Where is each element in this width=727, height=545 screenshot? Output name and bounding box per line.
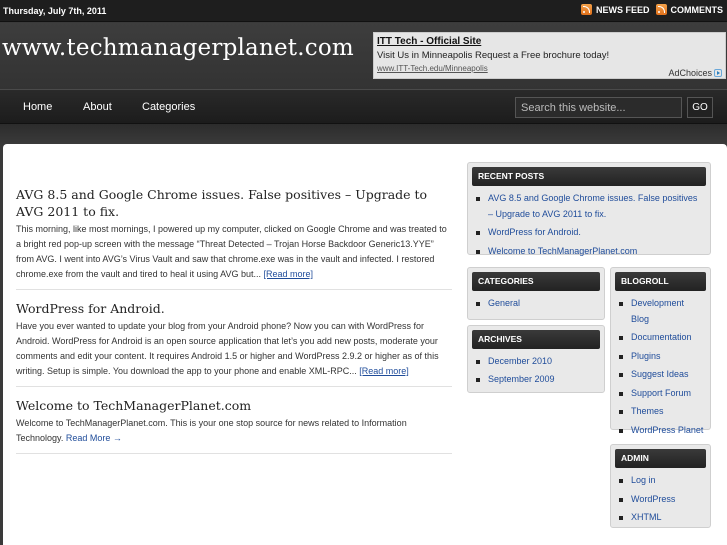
widget-title: CATEGORIES: [472, 272, 600, 291]
list-item[interactable]: WordPress for Android.: [475, 225, 704, 241]
list-item[interactable]: WordPress: [618, 492, 704, 508]
header-subband: [0, 124, 727, 144]
list-item[interactable]: Themes: [618, 404, 704, 420]
nav-item-about[interactable]: About: [83, 101, 112, 113]
site-header: www.techmanagerplanet.com ITT Tech - Off…: [0, 23, 727, 89]
list-item[interactable]: XHTML: [618, 510, 704, 526]
blogroll-link[interactable]: Themes: [631, 406, 664, 416]
read-more-link[interactable]: Read More →: [66, 433, 122, 443]
categories-widget: CATEGORIES General: [467, 267, 605, 320]
archive-link[interactable]: December 2010: [488, 356, 552, 366]
post-item: AVG 8.5 and Google Chrome issues. False …: [16, 186, 452, 290]
archive-link[interactable]: September 2009: [488, 374, 555, 384]
recent-posts-widget: RECENT POSTS AVG 8.5 and Google Chrome i…: [467, 162, 711, 256]
nav-item-categories[interactable]: Categories: [142, 101, 195, 113]
blogroll-link[interactable]: Development Blog: [631, 298, 684, 324]
category-link[interactable]: General: [488, 298, 520, 308]
list-item[interactable]: September 2009: [475, 372, 598, 388]
content-area: AVG 8.5 and Google Chrome issues. False …: [3, 144, 727, 545]
ad-banner[interactable]: ITT Tech - Official Site Visit Us in Min…: [373, 32, 726, 79]
search-go-button[interactable]: GO: [687, 97, 713, 118]
recent-post-link[interactable]: WordPress for Android.: [488, 227, 581, 237]
current-date: Thursday, July 7th, 2011: [3, 6, 107, 16]
widget-title: RECENT POSTS: [472, 167, 706, 186]
list-item[interactable]: Welcome to TechManagerPlanet.com: [475, 244, 704, 260]
list-item[interactable]: AVG 8.5 and Google Chrome issues. False …: [475, 191, 704, 222]
adchoices-icon: [714, 69, 722, 77]
rss-icon: [655, 4, 667, 15]
archives-widget: ARCHIVES December 2010 September 2009: [467, 325, 605, 393]
post-title[interactable]: AVG 8.5 and Google Chrome issues. False …: [16, 186, 452, 220]
comments-feed-link[interactable]: COMMENTS: [655, 4, 724, 15]
list-item[interactable]: Plugins: [618, 349, 704, 365]
search-input[interactable]: [515, 97, 682, 118]
recent-post-link[interactable]: AVG 8.5 and Google Chrome issues. False …: [488, 193, 697, 219]
ad-url-link[interactable]: www.ITT-Tech.edu/Minneapolis: [377, 64, 488, 73]
post-list: AVG 8.5 and Google Chrome issues. False …: [16, 186, 452, 464]
widget-title: BLOGROLL: [615, 272, 706, 291]
post-item: Welcome to TechManagerPlanet.com Welcome…: [16, 397, 452, 454]
post-title[interactable]: Welcome to TechManagerPlanet.com: [16, 397, 452, 414]
news-feed-link[interactable]: NEWS FEED: [580, 4, 650, 15]
admin-widget: ADMIN Log in WordPress XHTML: [610, 444, 711, 528]
list-item[interactable]: December 2010: [475, 354, 598, 370]
ad-title-link[interactable]: ITT Tech - Official Site: [377, 36, 481, 47]
list-item[interactable]: WordPress Planet: [618, 423, 704, 439]
post-excerpt-text: This morning, like most mornings, I powe…: [16, 224, 447, 279]
admin-link[interactable]: WordPress: [631, 494, 675, 504]
top-bar: Thursday, July 7th, 2011 NEWS FEED COMME…: [0, 0, 727, 22]
widget-title: ARCHIVES: [472, 330, 600, 349]
post-title[interactable]: WordPress for Android.: [16, 300, 452, 317]
list-item[interactable]: Support Forum: [618, 386, 704, 402]
list-item[interactable]: Documentation: [618, 330, 704, 346]
site-title[interactable]: www.techmanagerplanet.com: [2, 35, 354, 61]
list-item[interactable]: Log in: [618, 473, 704, 489]
read-more-link[interactable]: [Read more]: [263, 269, 313, 279]
feed-links: NEWS FEED COMMENTS: [580, 4, 724, 15]
comments-feed-label: COMMENTS: [670, 4, 724, 15]
admin-link[interactable]: Log in: [631, 475, 656, 485]
widget-title: ADMIN: [615, 449, 706, 468]
post-excerpt: Have you ever wanted to update your blog…: [16, 319, 452, 379]
post-excerpt: This morning, like most mornings, I powe…: [16, 222, 452, 282]
blogroll-link[interactable]: WordPress Planet: [631, 425, 703, 435]
post-item: WordPress for Android. Have you ever wan…: [16, 300, 452, 387]
ad-choices-link[interactable]: AdChoices: [668, 68, 722, 78]
read-more-link[interactable]: [Read more]: [359, 366, 409, 376]
news-feed-label: NEWS FEED: [595, 4, 650, 15]
ad-choices-label: AdChoices: [668, 68, 712, 78]
recent-post-link[interactable]: Welcome to TechManagerPlanet.com: [488, 246, 637, 256]
list-item[interactable]: Development Blog: [618, 296, 704, 327]
admin-link[interactable]: XHTML: [631, 512, 662, 522]
blogroll-link[interactable]: Plugins: [631, 351, 661, 361]
blogroll-link[interactable]: Documentation: [631, 332, 692, 342]
post-excerpt: Welcome to TechManagerPlanet.com. This i…: [16, 416, 452, 446]
list-item[interactable]: Suggest Ideas: [618, 367, 704, 383]
blogroll-widget: BLOGROLL Development Blog Documentation …: [610, 267, 711, 435]
blogroll-link[interactable]: Suggest Ideas: [631, 369, 689, 379]
rss-icon: [580, 4, 592, 15]
nav-item-home[interactable]: Home: [23, 101, 52, 113]
blogroll-link[interactable]: Support Forum: [631, 388, 691, 398]
list-item[interactable]: General: [475, 296, 598, 312]
main-nav: Home About Categories GO: [0, 89, 727, 124]
ad-text: Visit Us in Minneapolis Request a Free b…: [377, 50, 610, 61]
